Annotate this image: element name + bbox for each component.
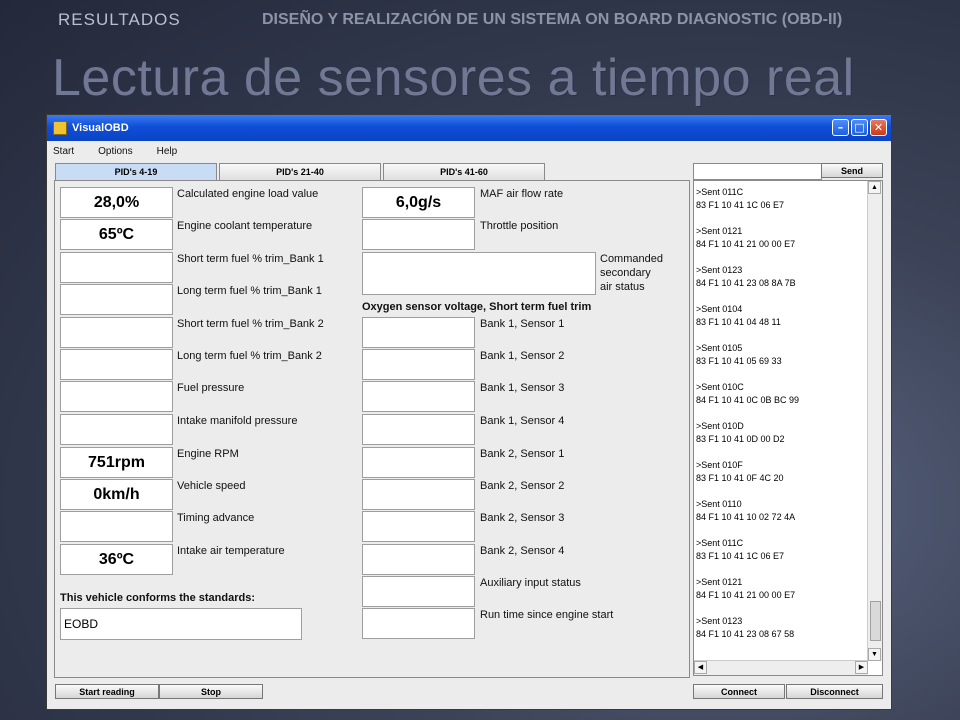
field-label: Long term fuel % trim_Bank 1 bbox=[177, 285, 322, 297]
value-field: 36ºC bbox=[60, 544, 173, 575]
slide-subtitle: DISEÑO Y REALIZACIÓN DE UN SISTEMA ON BO… bbox=[262, 11, 843, 28]
log-entry: >Sent 0104 83 F1 10 41 04 48 11 bbox=[696, 304, 781, 327]
value-field bbox=[362, 381, 475, 412]
oxygen-sensor-header: Oxygen sensor voltage, Short term fuel t… bbox=[362, 301, 592, 313]
field-label: Engine coolant temperature bbox=[177, 220, 313, 232]
log-entry: >Sent 0110 84 F1 10 41 10 02 72 4A bbox=[696, 499, 796, 522]
disconnect-button[interactable]: Disconnect bbox=[786, 684, 883, 699]
scroll-down-icon[interactable]: ▼ bbox=[868, 648, 881, 661]
field-label: Bank 1, Sensor 4 bbox=[480, 415, 565, 427]
secondary-air-label: Commanded secondary air status bbox=[600, 253, 663, 293]
close-icon[interactable]: ✕ bbox=[870, 119, 887, 136]
field-label: Calculated engine load value bbox=[177, 188, 319, 200]
scroll-right-icon[interactable]: ▶ bbox=[855, 661, 868, 674]
minimize-icon[interactable]: – bbox=[832, 119, 849, 136]
tab-pids-21-40[interactable]: PID's 21-40 bbox=[219, 163, 381, 181]
section-heading: RESULTADOS bbox=[58, 10, 181, 29]
field-label: Bank 2, Sensor 4 bbox=[480, 545, 565, 557]
field-label: Fuel pressure bbox=[177, 382, 245, 394]
scroll-left-icon[interactable]: ◀ bbox=[694, 661, 707, 674]
field-label: Intake air temperature bbox=[177, 545, 285, 557]
field-label: Bank 2, Sensor 2 bbox=[480, 480, 565, 492]
log-entry: >Sent 011C 83 F1 10 41 1C 06 E7 bbox=[696, 187, 785, 210]
value-field bbox=[362, 219, 475, 250]
standards-label: This vehicle conforms the standards: bbox=[60, 592, 255, 604]
field-label: Run time since engine start bbox=[480, 609, 614, 621]
value-field bbox=[362, 317, 475, 348]
value-field bbox=[362, 544, 475, 575]
value-field bbox=[60, 317, 173, 348]
field-label: Short term fuel % trim_Bank 2 bbox=[177, 318, 324, 330]
value-field: 0km/h bbox=[60, 479, 173, 510]
connect-button[interactable]: Connect bbox=[693, 684, 785, 699]
log-entry: >Sent 010F 83 F1 10 41 0F 4C 20 bbox=[696, 460, 784, 483]
log-entry: >Sent 011C 83 F1 10 41 1C 06 E7 bbox=[696, 538, 785, 561]
app-icon bbox=[53, 121, 67, 135]
value-field bbox=[60, 414, 173, 445]
slide-title: Lectura de sensores a tiempo real bbox=[52, 49, 855, 107]
log-entry: >Sent 0123 84 F1 10 41 23 08 67 58 bbox=[696, 616, 795, 639]
visualobd-window: VisualOBD – □ ✕ Start Options Help PID's… bbox=[46, 114, 892, 710]
value-field bbox=[362, 414, 475, 445]
field-label: Bank 1, Sensor 2 bbox=[480, 350, 565, 362]
tab-panel: 28,0% Calculated engine load value 65ºC … bbox=[54, 180, 690, 678]
value-field: 6,0g/s bbox=[362, 187, 475, 218]
field-label: Vehicle speed bbox=[177, 480, 246, 492]
value-field bbox=[362, 479, 475, 510]
value-field bbox=[60, 252, 173, 283]
standards-field: EOBD bbox=[60, 608, 302, 640]
field-label: Engine RPM bbox=[177, 448, 239, 460]
value-field bbox=[362, 447, 475, 478]
value-field bbox=[362, 608, 475, 639]
field-label: MAF air flow rate bbox=[480, 188, 564, 200]
field-label: Throttle position bbox=[480, 220, 559, 232]
value-field bbox=[362, 349, 475, 380]
field-label: Long term fuel % trim_Bank 2 bbox=[177, 350, 322, 362]
value-field: 65ºC bbox=[60, 219, 173, 250]
log-entry: >Sent 0121 84 F1 10 41 21 00 00 E7 bbox=[696, 226, 796, 249]
maximize-icon[interactable]: □ bbox=[851, 119, 868, 136]
stop-button[interactable]: Stop bbox=[159, 684, 263, 699]
start-reading-button[interactable]: Start reading bbox=[55, 684, 159, 699]
field-label: Short term fuel % trim_Bank 1 bbox=[177, 253, 324, 265]
tab-strip: PID's 4-19 PID's 21-40 PID's 41-60 bbox=[55, 163, 547, 181]
log-entry: >Sent 010D 83 F1 10 41 0D 00 D2 bbox=[696, 421, 785, 444]
field-label: Bank 1, Sensor 3 bbox=[480, 382, 565, 394]
field-label: Bank 2, Sensor 1 bbox=[480, 448, 565, 460]
tab-pids-4-19[interactable]: PID's 4-19 bbox=[55, 163, 217, 181]
vertical-scrollbar[interactable]: ▲ ▼ bbox=[867, 181, 882, 661]
scroll-up-icon[interactable]: ▲ bbox=[868, 181, 881, 194]
horizontal-scrollbar[interactable]: ◀ ▶ bbox=[694, 660, 868, 675]
value-field bbox=[60, 381, 173, 412]
log-entry: >Sent 0105 83 F1 10 41 05 69 33 bbox=[696, 343, 782, 366]
value-field: 28,0% bbox=[60, 187, 173, 218]
log-entry: >Sent 0123 84 F1 10 41 23 08 8A 7B bbox=[696, 265, 796, 288]
window-title: VisualOBD bbox=[72, 122, 129, 134]
tab-pids-41-60[interactable]: PID's 41-60 bbox=[383, 163, 545, 181]
value-field bbox=[60, 511, 173, 542]
secondary-air-field bbox=[362, 252, 596, 295]
value-field bbox=[60, 349, 173, 380]
field-label: Bank 2, Sensor 3 bbox=[480, 512, 565, 524]
field-label: Intake manifold pressure bbox=[177, 415, 298, 427]
title-bar: VisualOBD – □ ✕ bbox=[47, 115, 891, 141]
command-input[interactable] bbox=[693, 163, 822, 180]
value-field bbox=[362, 576, 475, 607]
log-entry: >Sent 0121 84 F1 10 41 21 00 00 E7 bbox=[696, 577, 796, 600]
value-field bbox=[362, 511, 475, 542]
value-field: 751rpm bbox=[60, 447, 173, 478]
scroll-thumb[interactable] bbox=[870, 601, 881, 641]
field-label: Timing advance bbox=[177, 512, 255, 524]
menu-bar: Start Options Help bbox=[47, 141, 891, 161]
menu-options[interactable]: Options bbox=[98, 146, 132, 157]
send-button[interactable]: Send bbox=[821, 163, 883, 178]
response-log[interactable]: >Sent 011C 83 F1 10 41 1C 06 E7 >Sent 012… bbox=[693, 180, 883, 676]
field-label: Bank 1, Sensor 1 bbox=[480, 318, 565, 330]
log-entry: >Sent 010C 84 F1 10 41 0C 0B BC 99 bbox=[696, 382, 800, 405]
menu-start[interactable]: Start bbox=[53, 146, 74, 157]
field-label: Auxiliary input status bbox=[480, 577, 581, 589]
menu-help[interactable]: Help bbox=[157, 146, 178, 157]
value-field bbox=[60, 284, 173, 315]
